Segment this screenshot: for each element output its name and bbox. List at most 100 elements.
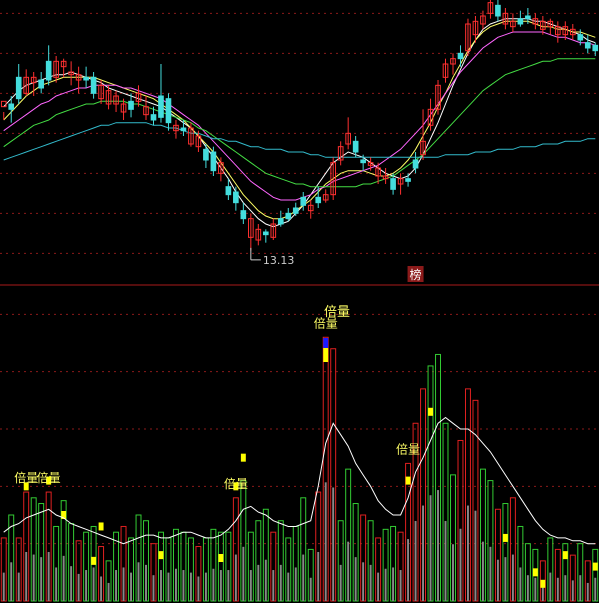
volume-bar-inner (459, 528, 462, 601)
volume-bar-inner (399, 570, 402, 601)
volume-bar-inner (174, 568, 177, 601)
volume-bar-inner (167, 572, 170, 601)
volume-bar (435, 353, 441, 602)
volume-bar-inner (212, 568, 215, 601)
volume-marker-blue (323, 338, 329, 348)
volume-bar-inner (100, 576, 103, 601)
volume-bar-inner (392, 567, 395, 601)
price-candle (45, 45, 52, 86)
volume-bar (464, 388, 471, 602)
volume-bar (232, 482, 239, 602)
volume-bars (0, 336, 599, 602)
volume-bar (240, 453, 247, 602)
price-candle (465, 18, 471, 56)
volume-bar-inner (429, 495, 432, 601)
volume-bar-inner (504, 557, 507, 601)
price-candle (173, 120, 179, 139)
candle-body (233, 191, 239, 204)
volume-bar-inner (10, 562, 13, 601)
candle-body (8, 103, 15, 110)
price-candle (255, 224, 262, 246)
double-volume-label: 倍量 (224, 476, 248, 491)
volume-bar-inner (347, 541, 350, 601)
volume-bar-inner (556, 577, 559, 601)
candle-body (592, 44, 599, 52)
volume-bar (53, 525, 60, 602)
volume-bar-inner (362, 562, 365, 601)
candle-body (240, 210, 247, 220)
volume-bar-inner (294, 567, 297, 601)
volume-bar-inner (242, 546, 245, 601)
price-ma-line (3, 20, 596, 220)
volume-bar (38, 503, 45, 602)
volume-bar-inner (422, 505, 425, 601)
candle-body (90, 76, 97, 94)
volume-bar (150, 543, 157, 602)
volume-bar (225, 531, 232, 602)
price-candle (83, 66, 89, 88)
volume-bar (315, 491, 322, 602)
price-candle (442, 58, 449, 83)
candle-body (15, 76, 22, 100)
volume-bar (442, 422, 449, 602)
double-volume-label: 倍量 (37, 470, 61, 485)
volume-bar-inner (92, 567, 95, 601)
volume-bar-inner (249, 570, 252, 601)
candle-body (495, 4, 501, 17)
volume-bar (120, 525, 127, 602)
price-candle (203, 144, 209, 168)
candle-body (285, 212, 292, 220)
volume-bar (479, 468, 486, 602)
candle-body (83, 76, 89, 81)
volume-marker-yellow (98, 522, 104, 531)
candle-body (38, 79, 45, 89)
price-candle (248, 213, 254, 251)
volume-bar-inner (384, 568, 387, 601)
volume-bar (390, 525, 397, 602)
volume-bar (405, 462, 412, 602)
volume-bar-inner (32, 554, 35, 601)
volume-bar-inner (17, 572, 20, 601)
price-candle (210, 146, 217, 176)
candle-body (262, 231, 269, 236)
price-candle (510, 13, 516, 32)
volume-bar-inner (511, 554, 514, 601)
volume-bar (247, 531, 254, 602)
price-candle (435, 80, 441, 115)
candle-body (577, 34, 584, 41)
price-candle (584, 34, 591, 54)
volume-marker-yellow (532, 568, 538, 577)
volume-bar-inner (107, 582, 110, 601)
price-candle (322, 189, 329, 203)
price-candle (240, 202, 247, 224)
volume-marker-yellow (540, 579, 546, 588)
volume-bar-inner (354, 557, 357, 601)
volume-bar-inner (302, 554, 305, 601)
volume-bar (360, 514, 367, 602)
volume-bar (180, 531, 187, 602)
price-candle (487, 0, 494, 19)
price-candle (547, 18, 554, 35)
volume-bar (337, 520, 344, 602)
volume-bar-inner (234, 554, 237, 601)
volume-bar-inner (437, 490, 439, 601)
candle-body (412, 159, 419, 169)
volume-bar-inner (332, 487, 335, 601)
volume-marker-yellow (240, 453, 246, 462)
candle-body (584, 42, 591, 49)
price-candle (38, 72, 45, 94)
volume-bar-inner (55, 567, 58, 601)
volume-bar-inner (219, 570, 222, 601)
volume-bar-inner (444, 521, 447, 601)
volume-bar (60, 500, 67, 602)
volume-bar-inner (137, 562, 140, 601)
volume-bar (143, 520, 149, 602)
price-candle (300, 192, 307, 211)
rank-badge-label: 榜 (410, 267, 422, 282)
volume-marker-yellow (562, 551, 568, 560)
price-candle (330, 157, 337, 200)
candle-body (292, 207, 299, 214)
volume-bar-inner (197, 576, 200, 601)
price-candle (53, 56, 59, 83)
price-candle (345, 117, 351, 150)
